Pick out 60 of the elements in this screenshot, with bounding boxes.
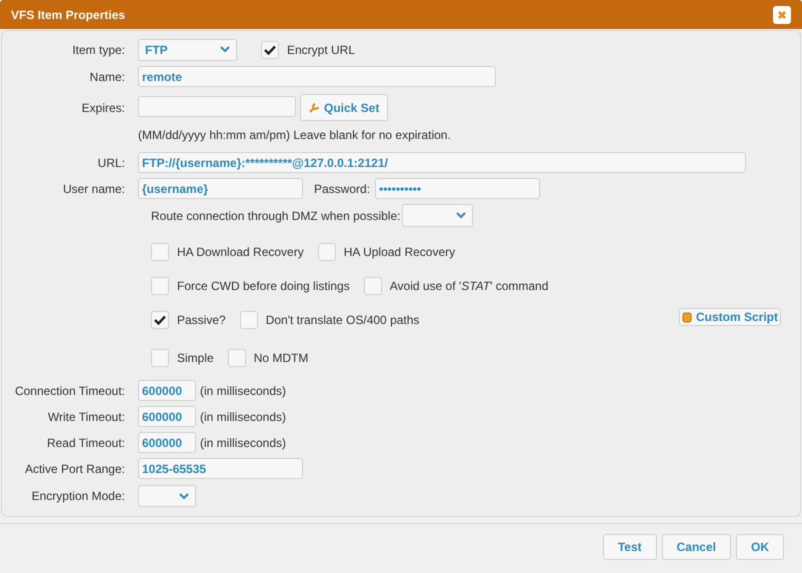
field-label: Active Port Range: (24, 462, 125, 476)
checkbox[interactable] (240, 311, 258, 329)
field-label: Password: (314, 180, 370, 198)
unit-text: (in milliseconds) (200, 434, 286, 452)
wrench-icon (309, 102, 319, 112)
checkbox-label: Don't translate OS/400 paths (266, 312, 420, 329)
checkbox[interactable] (151, 349, 169, 367)
checkbox-label: Simple (177, 350, 214, 367)
chevron-down-icon (456, 212, 466, 219)
dropdown[interactable] (402, 204, 474, 227)
checkbox-label: Force CWD before doing listings (177, 278, 350, 295)
checkbox-label: Avoid use of 'STAT' command (390, 278, 548, 295)
checkbox[interactable] (151, 277, 169, 295)
field-label: Read Timeout: (46, 436, 125, 450)
checkbox-label: No MDTM (254, 350, 308, 367)
input-field[interactable]: FTP://{username}:**********@127.0.0.1:2121/ (138, 152, 746, 173)
hint-text: (MM/dd/yyyy hh:mm am/pm) Leave blank for no expiration. (138, 127, 451, 144)
close-button[interactable] (773, 6, 791, 24)
checkbox[interactable] (151, 243, 169, 261)
unit-text: (in milliseconds) (200, 408, 286, 426)
field-label: Name: (90, 70, 125, 84)
checkbox[interactable] (228, 349, 246, 367)
input-field[interactable]: 600000 (138, 406, 196, 427)
checkbox[interactable] (318, 243, 336, 261)
input-field[interactable] (138, 96, 296, 117)
input-field[interactable]: 1025-65535 (138, 458, 303, 479)
unit-text: (in milliseconds) (200, 382, 286, 400)
field-label: Item type: (72, 42, 125, 56)
close-icon (777, 10, 787, 20)
dropdown[interactable] (138, 485, 196, 507)
dropdown[interactable]: FTP (138, 38, 237, 60)
dialog-button[interactable]: OK (736, 534, 784, 560)
input-field[interactable]: 600000 (138, 432, 196, 453)
dialog-button[interactable]: Cancel (662, 534, 731, 560)
checkbox[interactable] (261, 40, 279, 58)
checkbox-label: HA Upload Recovery (344, 244, 456, 261)
input-field[interactable]: 600000 (138, 380, 196, 401)
custom-script-button[interactable]: Custom Script (678, 308, 781, 326)
chevron-down-icon (179, 492, 189, 500)
checkbox[interactable] (151, 311, 169, 329)
field-label: Connection Timeout: (14, 384, 125, 398)
chevron-down-icon (220, 46, 230, 53)
password-field[interactable]: •••••••••• (375, 178, 540, 199)
dialog-button[interactable]: Test (602, 534, 657, 560)
checkbox-label: Encrypt URL (287, 42, 356, 58)
window-title: VFS Item Properties (11, 6, 126, 24)
field-label: Encryption Mode: (32, 489, 125, 503)
input-field[interactable]: remote (138, 66, 496, 87)
checkbox-label: Passive? (177, 312, 226, 329)
checkbox[interactable] (364, 277, 382, 295)
checkmark-icon (264, 44, 276, 54)
checkmark-icon (154, 315, 166, 325)
field-label: Expires: (82, 101, 125, 115)
checkbox-label: HA Download Recovery (177, 244, 304, 261)
field-label: Write Timeout: (48, 410, 125, 424)
field-label: Route connection through DMZ when possible: (151, 208, 400, 224)
quick-set-button[interactable]: Quick Set (300, 94, 388, 121)
field-label: URL: (98, 156, 125, 170)
field-label: User name: (62, 182, 125, 196)
input-field[interactable]: {username} (138, 178, 303, 199)
